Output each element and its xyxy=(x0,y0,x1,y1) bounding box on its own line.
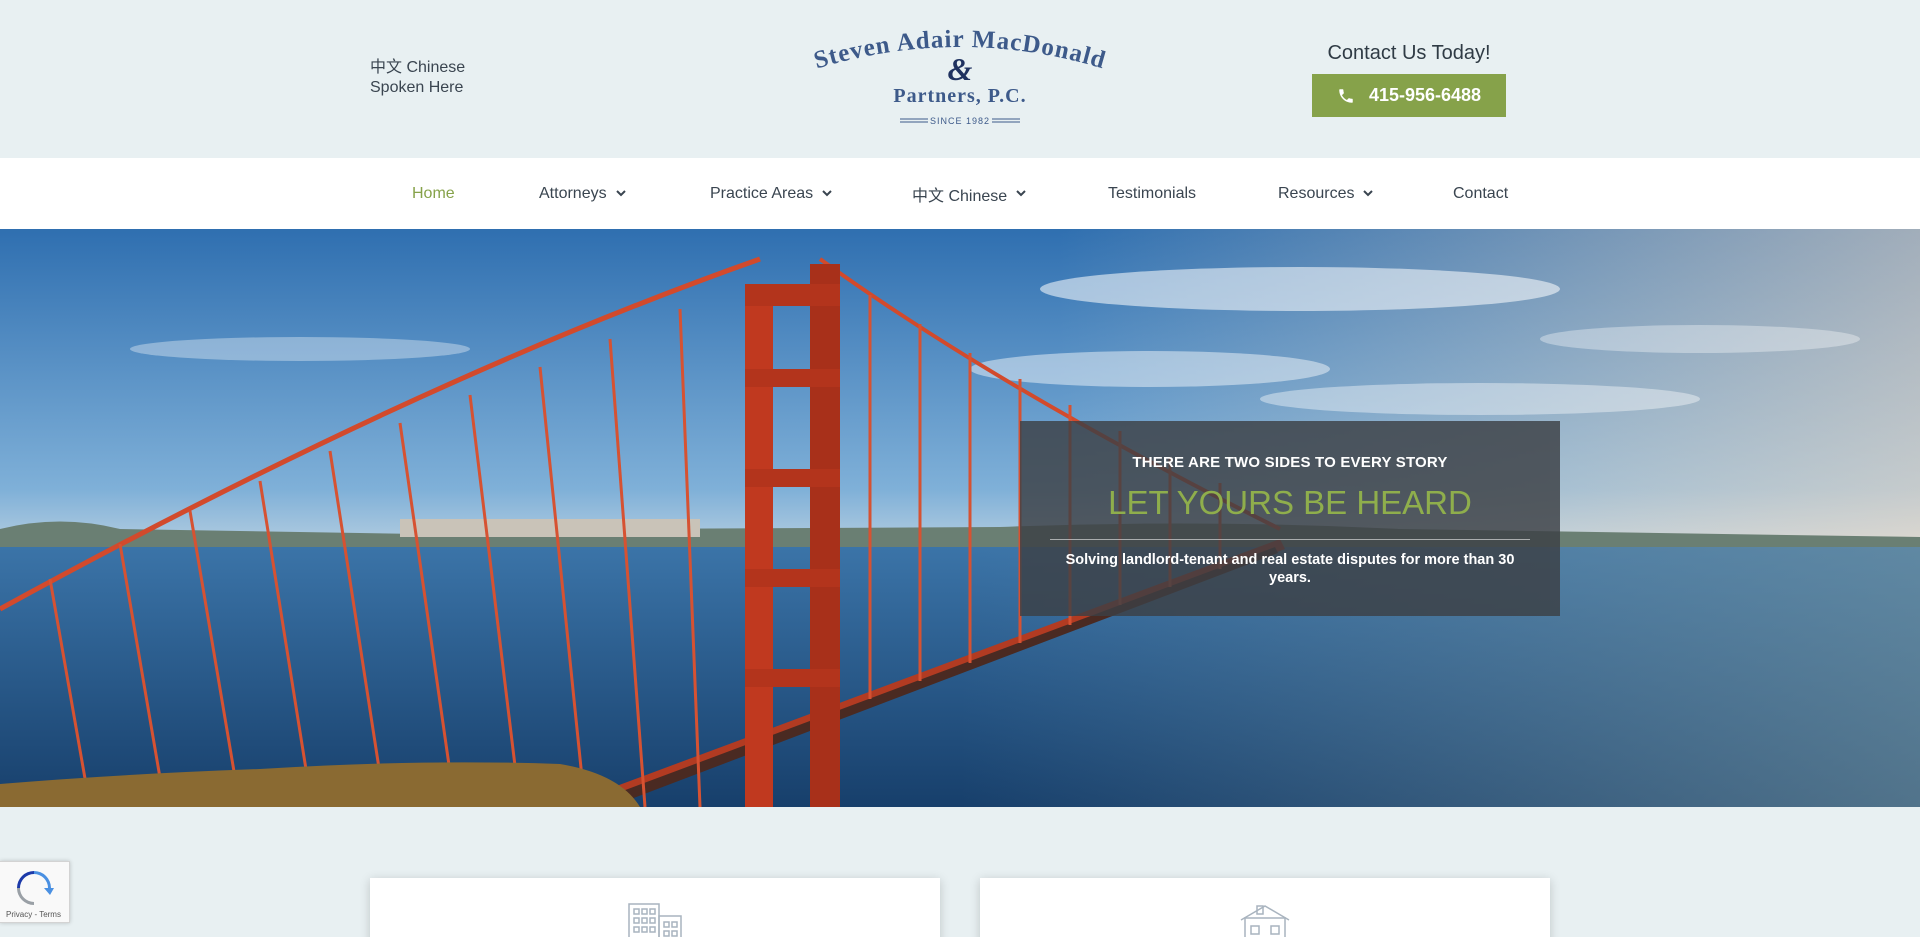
chevron-down-icon xyxy=(615,190,626,197)
nav-item-home[interactable]: Home xyxy=(412,158,455,229)
hero-banner: THERE ARE TWO SIDES TO EVERY STORY LET Y… xyxy=(0,229,1920,807)
nav-item-label: Contact xyxy=(1453,184,1509,202)
feature-card-commercial[interactable] xyxy=(370,878,940,937)
phone-number: 415-956-6488 xyxy=(1368,85,1482,105)
chevron-down-icon xyxy=(822,190,832,197)
phone-icon xyxy=(1339,88,1353,103)
hero-callout: THERE ARE TWO SIDES TO EVERY STORY LET Y… xyxy=(1020,421,1560,616)
nav-item-attorneys[interactable]: Attorneys xyxy=(539,158,626,229)
hero-divider xyxy=(1050,539,1530,540)
recaptcha-privacy-terms[interactable]: Privacy - Terms xyxy=(6,910,61,919)
nav-item-testimonials[interactable]: Testimonials xyxy=(1108,158,1196,229)
nav-item-label: Testimonials xyxy=(1108,184,1197,202)
recaptcha-badge[interactable]: Privacy - Terms xyxy=(0,861,70,923)
firm-logo[interactable]: Steven Adair MacDonald & Partners, P.C. … xyxy=(790,26,1130,130)
recaptcha-icon xyxy=(17,871,54,905)
logo-since: SINCE 1982 xyxy=(930,116,990,126)
nav-item-label: Home xyxy=(412,184,455,202)
buildings-icon xyxy=(628,903,682,937)
nav-item-label: Practice Areas xyxy=(710,184,814,202)
hero-kicker: THERE ARE TWO SIDES TO EVERY STORY xyxy=(1132,454,1448,471)
chevron-down-icon xyxy=(1016,190,1026,197)
chevron-down-icon xyxy=(1363,190,1374,197)
contact-title: Contact Us Today! xyxy=(1327,42,1491,64)
feature-card-residential[interactable] xyxy=(980,878,1550,937)
nav-item-chinese[interactable]: 中文 Chinese xyxy=(912,158,1026,229)
nav-item-label: Attorneys xyxy=(539,184,607,202)
nav-item-contact[interactable]: Contact xyxy=(1453,158,1508,229)
contact-box: Contact Us Today! 415-956-6488 xyxy=(1312,42,1506,117)
hero-headline: LET YOURS BE HEARD xyxy=(1108,484,1472,521)
nav-item-label: 中文 Chinese xyxy=(912,187,1008,205)
house-icon xyxy=(1240,905,1290,937)
main-nav: Home Attorneys Practice Areas 中文 Chinese… xyxy=(0,158,1920,229)
golden-gate-bridge-image xyxy=(0,229,1920,807)
logo-line2: Partners, P.C. xyxy=(893,85,1026,107)
phone-button[interactable]: 415-956-6488 xyxy=(1312,74,1506,117)
hero-subtext: Solving landlord-tenant and real estate … xyxy=(1065,552,1515,586)
chinese-spoken-note: 中文 Chinese Spoken Here xyxy=(370,58,465,98)
chinese-note-line2: Spoken Here xyxy=(370,79,464,96)
site-header: 中文 Chinese Spoken Here Steven Adair MacD… xyxy=(0,0,1920,158)
nav-item-practice-areas[interactable]: Practice Areas xyxy=(710,158,832,229)
chinese-note-line1: 中文 Chinese xyxy=(370,59,466,76)
nav-item-resources[interactable]: Resources xyxy=(1278,158,1374,229)
nav-item-label: Resources xyxy=(1278,184,1355,202)
logo-ampersand: & xyxy=(948,51,973,87)
